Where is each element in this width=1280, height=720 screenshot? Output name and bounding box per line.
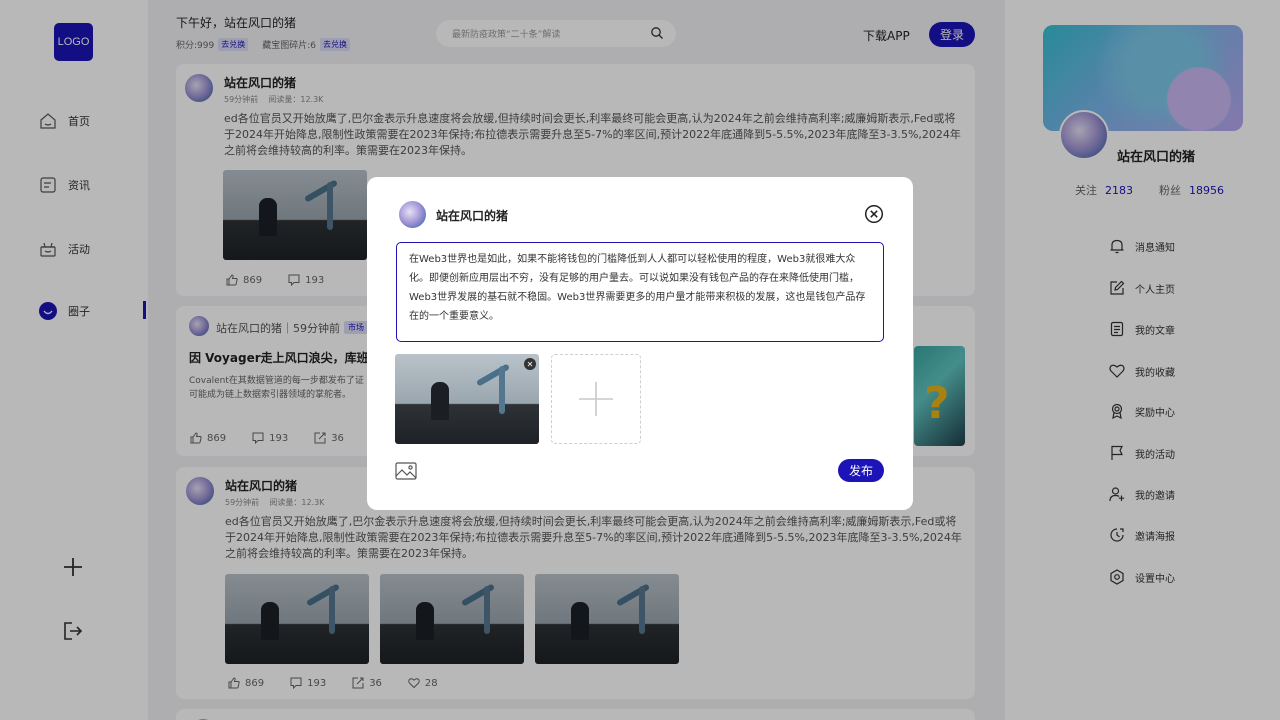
add-image-button[interactable]: [551, 354, 641, 444]
attached-image[interactable]: [395, 354, 539, 444]
remove-image-icon[interactable]: ✕: [524, 358, 536, 370]
avatar: [397, 199, 428, 230]
create-post-dialog: 站在风口的猪 在Web3世界也是如此，如果不能将钱包的门槛降低到人人都可以轻松使…: [367, 177, 913, 510]
close-icon[interactable]: [864, 204, 884, 224]
image-icon[interactable]: [395, 462, 417, 480]
plus-icon: [579, 382, 613, 416]
post-content-textarea[interactable]: 在Web3世界也是如此，如果不能将钱包的门槛降低到人人都可以轻松使用的程度，We…: [396, 242, 884, 342]
dialog-author: 站在风口的猪: [436, 209, 509, 223]
publish-button[interactable]: 发布: [838, 459, 884, 482]
